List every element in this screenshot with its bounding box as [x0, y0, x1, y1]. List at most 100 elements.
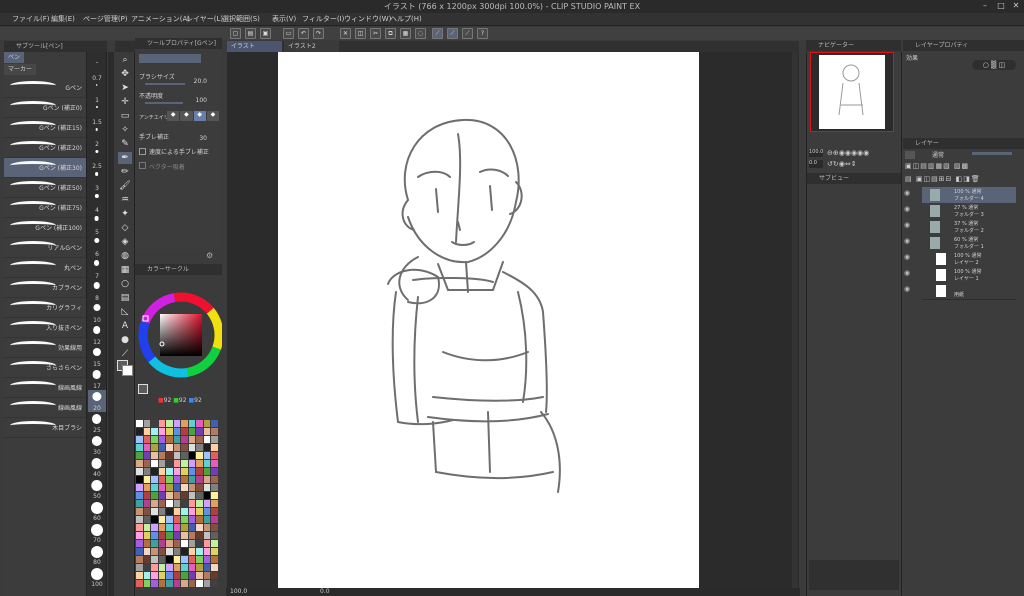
- color-swatch[interactable]: [136, 476, 143, 483]
- tab-marker[interactable]: マーカー: [4, 64, 37, 75]
- color-swatch[interactable]: [173, 564, 180, 571]
- color-swatch[interactable]: [136, 516, 143, 523]
- color-swatch[interactable]: [136, 484, 143, 491]
- color-swatch[interactable]: [211, 460, 218, 467]
- color-swatch[interactable]: [143, 580, 150, 587]
- layer-row[interactable]: 用紙: [922, 283, 1016, 300]
- color-swatch[interactable]: [158, 476, 165, 483]
- color-swatch[interactable]: [151, 428, 158, 435]
- color-swatch[interactable]: [151, 524, 158, 531]
- color-swatch[interactable]: [151, 492, 158, 499]
- color-swatch[interactable]: [158, 452, 165, 459]
- opacity-layer-slider[interactable]: [972, 152, 1012, 155]
- color-swatch[interactable]: [158, 532, 165, 539]
- brush-item[interactable]: Gペン (補正75): [4, 198, 86, 218]
- speed-checkbox[interactable]: [139, 148, 146, 155]
- color-swatch[interactable]: [203, 420, 210, 427]
- color-swatch[interactable]: [166, 460, 173, 467]
- color-swatch[interactable]: [173, 572, 180, 579]
- size-dot[interactable]: [93, 260, 100, 266]
- color-swatch[interactable]: [203, 468, 210, 475]
- color-swatch[interactable]: [196, 548, 203, 555]
- color-swatch[interactable]: [143, 484, 150, 491]
- color-swatch[interactable]: [211, 428, 218, 435]
- color-swatch[interactable]: [136, 436, 143, 443]
- frame-icon[interactable]: ▤: [118, 292, 132, 304]
- color-swatch[interactable]: [203, 524, 210, 531]
- opacity-value[interactable]: 100: [187, 97, 207, 104]
- menu-selection[interactable]: 選択範囲(S): [222, 14, 260, 24]
- tool-settings-icon[interactable]: ?: [477, 28, 488, 39]
- layer-row[interactable]: 100 % 通常 レイヤー 2: [922, 251, 1016, 268]
- color-swatch[interactable]: [211, 500, 218, 507]
- color-swatch[interactable]: [136, 468, 143, 475]
- color-swatch[interactable]: [211, 452, 218, 459]
- color-swatch[interactable]: [196, 436, 203, 443]
- redo-icon[interactable]: ↷: [313, 28, 324, 39]
- brush-item[interactable]: Gペン (補正0): [4, 98, 86, 118]
- color-swatch[interactable]: [196, 564, 203, 571]
- blend-mode-select[interactable]: 通常: [932, 150, 944, 159]
- status-zoom[interactable]: 100.0: [230, 588, 247, 595]
- color-swatch[interactable]: [173, 452, 180, 459]
- color-swatch[interactable]: [166, 548, 173, 555]
- color-swatch[interactable]: [196, 580, 203, 587]
- color-swatch[interactable]: [166, 452, 173, 459]
- color-swatch[interactable]: [166, 444, 173, 451]
- layer-toolbar-icons[interactable]: ▣◫▤▥▦▧ ▨▩: [905, 162, 969, 170]
- color-swatch[interactable]: [196, 516, 203, 523]
- decoration-icon[interactable]: ✦: [118, 208, 132, 220]
- color-swatch[interactable]: [203, 428, 210, 435]
- color-swatch[interactable]: [211, 436, 218, 443]
- color-swatch[interactable]: [158, 580, 165, 587]
- layer-color-icon[interactable]: [905, 151, 915, 159]
- color-swatch[interactable]: [203, 580, 210, 587]
- size-label[interactable]: 100: [87, 581, 107, 588]
- size-label[interactable]: 30: [87, 449, 107, 456]
- snap-special-ruler-icon[interactable]: ⟋: [447, 28, 458, 39]
- size-label[interactable]: 7: [87, 273, 107, 280]
- size-label[interactable]: 8: [87, 295, 107, 302]
- size-dot[interactable]: [94, 216, 99, 221]
- size-label[interactable]: 3: [87, 185, 107, 192]
- brush-item[interactable]: 線画風線: [4, 398, 86, 418]
- color-swatch[interactable]: [203, 508, 210, 515]
- color-swatch[interactable]: [211, 556, 218, 563]
- brush-item[interactable]: リアルGペン: [4, 238, 86, 258]
- color-swatch[interactable]: [158, 484, 165, 491]
- nav-rotate-icons[interactable]: ↺↻◉⇔⇕: [827, 160, 857, 168]
- color-swatch[interactable]: [188, 444, 195, 451]
- color-swatch[interactable]: [181, 556, 188, 563]
- deselect-icon[interactable]: ◌: [415, 28, 426, 39]
- color-swatch[interactable]: [181, 500, 188, 507]
- size-dot[interactable]: [91, 414, 102, 424]
- color-swatch[interactable]: [173, 420, 180, 427]
- color-swatch[interactable]: [151, 516, 158, 523]
- color-swatch[interactable]: [166, 572, 173, 579]
- brush-item[interactable]: Gペン (補正100): [4, 218, 86, 238]
- color-swatch[interactable]: [166, 524, 173, 531]
- size-label[interactable]: 70: [87, 537, 107, 544]
- color-swatch[interactable]: [143, 556, 150, 563]
- color-swatch[interactable]: [211, 484, 218, 491]
- export-icon[interactable]: ▭: [283, 28, 294, 39]
- color-swatch[interactable]: [158, 556, 165, 563]
- color-swatch[interactable]: [166, 564, 173, 571]
- color-swatch[interactable]: [151, 548, 158, 555]
- color-swatch[interactable]: [196, 444, 203, 451]
- zoom-tool-icon[interactable]: ⌕: [118, 54, 132, 66]
- color-swatch[interactable]: [173, 532, 180, 539]
- color-swatch[interactable]: [211, 444, 218, 451]
- color-swatch[interactable]: [136, 508, 143, 515]
- layer-visibility-icon[interactable]: ◉: [904, 205, 916, 217]
- color-swatch[interactable]: [181, 492, 188, 499]
- color-swatch[interactable]: [143, 476, 150, 483]
- color-swatch[interactable]: [196, 556, 203, 563]
- layer-row[interactable]: 100 % 通常 フォルダー 4: [922, 187, 1016, 204]
- size-label[interactable]: 1.5: [87, 119, 107, 126]
- color-swatch[interactable]: [151, 452, 158, 459]
- layer-visibility-icon[interactable]: ◉: [904, 269, 916, 281]
- size-dot[interactable]: [95, 84, 98, 86]
- color-swatch[interactable]: [136, 420, 143, 427]
- airbrush-icon[interactable]: ♒: [118, 194, 132, 206]
